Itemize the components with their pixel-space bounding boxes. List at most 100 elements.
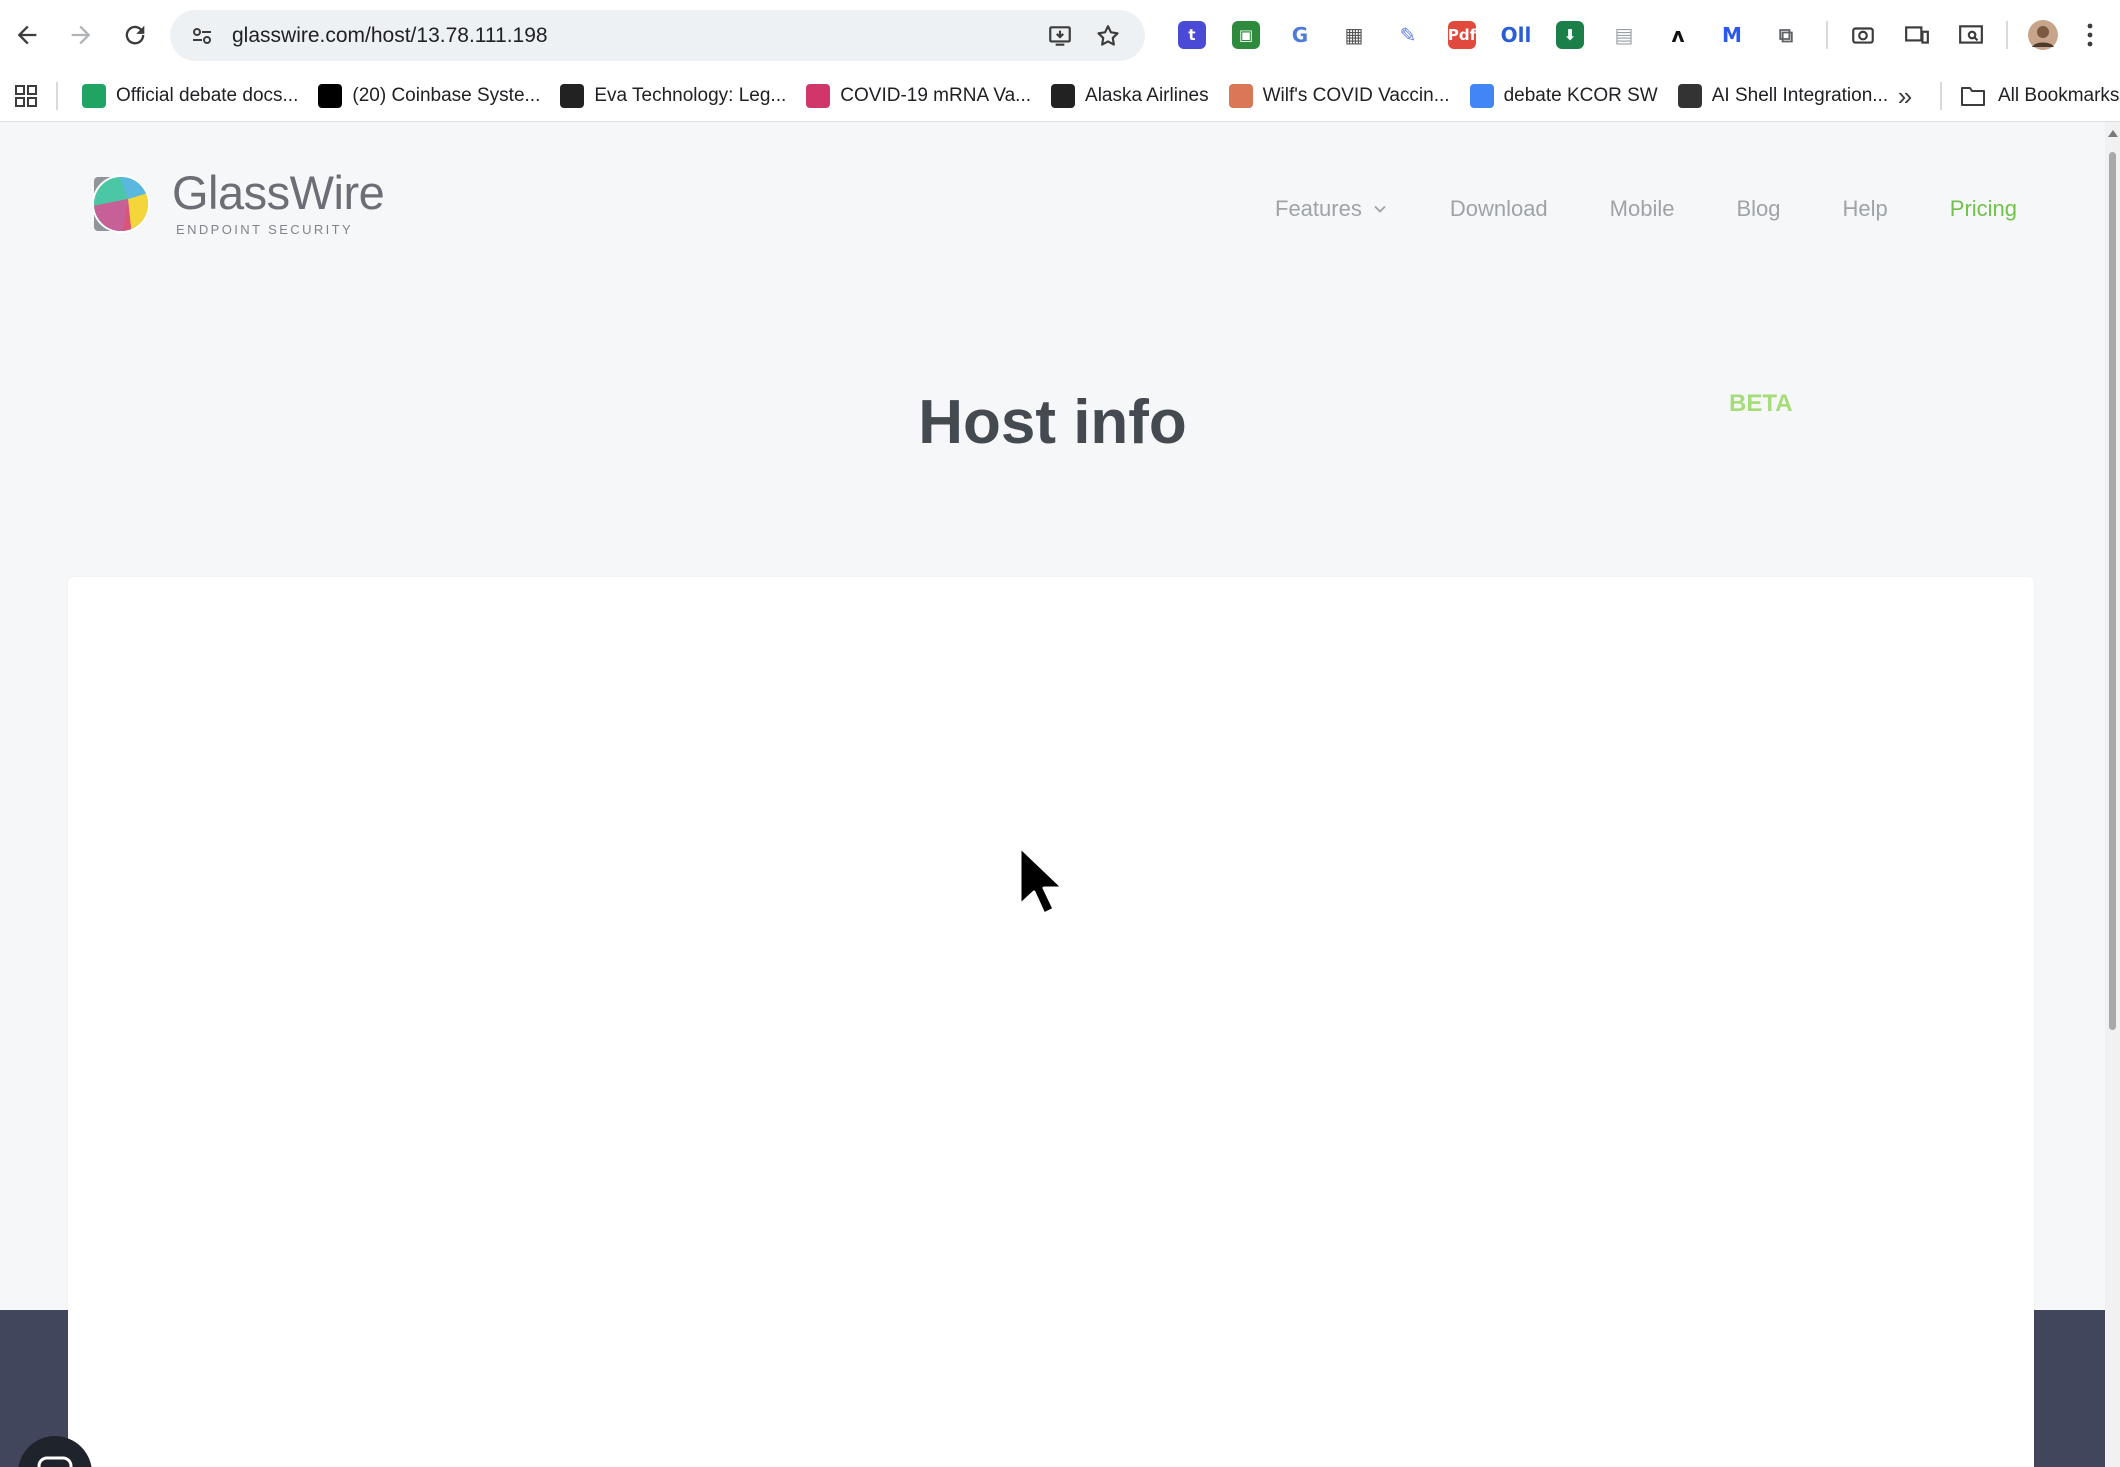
bookmark-label: Wilf's COVID Vaccin...: [1262, 84, 1450, 106]
profile-avatar[interactable]: [2016, 14, 2070, 56]
cube-icon: [1677, 83, 1702, 108]
extensions-bar: t ▣ G ▦ ✎ Pdf Oll ⬇ ▤ ʌ M ⧉: [1165, 14, 1813, 56]
avatar-icon: [2028, 20, 2058, 50]
bookmark-list: Official debate docs... (20) Coinbase Sys…: [72, 76, 1898, 116]
chevron-down-icon: [1374, 205, 1386, 213]
apps-button[interactable]: [6, 76, 46, 116]
nav-features[interactable]: Features: [1244, 188, 1419, 230]
jn-icon: [806, 83, 831, 108]
bookmark-item[interactable]: AI Shell Integration...: [1668, 76, 1898, 116]
devices-icon: [1905, 26, 1929, 44]
nav-mobile[interactable]: Mobile: [1579, 188, 1706, 230]
scrollbar-thumb[interactable]: [2109, 152, 2116, 1030]
mouse-cursor-icon: [1018, 845, 1065, 916]
page-scrollbar[interactable]: [2105, 122, 2120, 1467]
bookmark-label: (20) Coinbase Syste...: [352, 84, 541, 106]
x-icon: [318, 83, 343, 108]
bookmark-label: COVID-19 mRNA Va...: [840, 84, 1032, 106]
address-bar[interactable]: glasswire.com/host/13.78.111.198: [170, 10, 1145, 61]
tab-search-button[interactable]: [1944, 14, 1998, 56]
screenshot-button[interactable]: [1836, 14, 1890, 56]
bookmarks-bar: Official debate docs... (20) Coinbase Sys…: [0, 70, 2120, 122]
host-info-card: [68, 577, 2034, 1467]
bookmark-star-icon[interactable]: [1093, 21, 1123, 51]
bookmark-label: Eva Technology: Leg...: [594, 84, 787, 106]
all-bookmarks-button[interactable]: All Bookmarks: [1960, 76, 2119, 116]
robot-extension-button[interactable]: ▣: [1219, 14, 1273, 56]
puzzle-extensions-icon: ⧉: [1778, 23, 1794, 47]
google-docs-icon: [1469, 83, 1494, 108]
reload-button[interactable]: [108, 8, 162, 62]
bookmarks-divider: [1940, 82, 1942, 110]
nav-download[interactable]: Download: [1419, 188, 1579, 230]
feather-extension-button[interactable]: ✎: [1381, 14, 1435, 56]
reload-icon: [125, 25, 145, 45]
bookmark-label: Alaska Airlines: [1085, 84, 1209, 106]
camera-icon: [1852, 27, 1874, 44]
folder-icon: [1961, 87, 1985, 106]
install-app-icon[interactable]: [1045, 21, 1075, 51]
site-navigation: Features Download Mobile Blog Help Prici…: [1244, 188, 2048, 230]
forward-button[interactable]: [54, 8, 108, 62]
qr-code-extension-button[interactable]: ▦: [1327, 14, 1381, 56]
back-arrow-icon: [17, 25, 37, 45]
puzzle-extensions-button[interactable]: ⧉: [1759, 14, 1813, 56]
browser-toolbar: glasswire.com/host/13.78.111.198 t ▣ G ▦ ✎ Pd…: [0, 0, 2120, 70]
nav-help[interactable]: Help: [1812, 188, 1919, 230]
anthropic-extension-icon: ʌ: [1671, 23, 1685, 47]
document-extension-button[interactable]: ▤: [1597, 14, 1651, 56]
nav-pricing[interactable]: Pricing: [1919, 188, 2048, 230]
tab-search-icon: [1959, 25, 1983, 44]
document-extension-icon: ▤: [1614, 23, 1634, 47]
beta-badge: BETA: [1729, 390, 1793, 417]
qr-code-extension-icon: ▦: [1344, 23, 1364, 47]
apps-grid-icon: [15, 84, 37, 107]
eva-icon: [560, 83, 585, 108]
url-text[interactable]: glasswire.com/host/13.78.111.198: [232, 24, 1045, 48]
web-page: GlassWire ENDPOINT SECURITY Features Dow…: [0, 122, 2105, 1467]
otter-extension-icon: Oll: [1500, 23, 1532, 47]
scroll-up-arrow-icon[interactable]: [2108, 130, 2118, 137]
back-button[interactable]: [0, 8, 54, 62]
bookmark-item[interactable]: COVID-19 mRNA Va...: [796, 76, 1041, 116]
tumblr-extension-icon: t: [1178, 21, 1206, 49]
translate-extension-button[interactable]: G: [1273, 14, 1327, 56]
otter-extension-button[interactable]: Oll: [1489, 14, 1543, 56]
bookmark-item[interactable]: Eva Technology: Leg...: [550, 76, 796, 116]
anthropic-extension-button[interactable]: ʌ: [1651, 14, 1705, 56]
google-drive-icon: [82, 83, 106, 108]
bookmark-item[interactable]: Wilf's COVID Vaccin...: [1219, 76, 1460, 116]
bookmark-item[interactable]: Alaska Airlines: [1041, 76, 1219, 116]
forward-arrow-icon: [71, 25, 91, 45]
alaska-icon: [1051, 83, 1076, 108]
site-settings-icon[interactable]: [184, 18, 220, 54]
malwarebytes-extension-icon: M: [1722, 23, 1742, 47]
pdf-extension-button[interactable]: Pdf: [1435, 14, 1489, 56]
malwarebytes-extension-button[interactable]: M: [1705, 14, 1759, 56]
tumblr-extension-button[interactable]: t: [1165, 14, 1219, 56]
feather-extension-icon: ✎: [1399, 23, 1417, 47]
logo-tagline: ENDPOINT SECURITY: [176, 222, 354, 237]
bookmark-label: Official debate docs...: [116, 84, 299, 106]
glasswire-logo[interactable]: GlassWire ENDPOINT SECURITY: [88, 166, 385, 237]
toolbar-divider: [2006, 21, 2008, 49]
devices-button[interactable]: [1890, 14, 1944, 56]
kebab-menu-icon: [2087, 23, 2093, 47]
more-bookmarks-button[interactable]: »: [1885, 76, 1925, 116]
nav-blog[interactable]: Blog: [1705, 188, 1811, 230]
logo-name: GlassWire: [172, 166, 385, 219]
toolbar-divider: [1826, 21, 1828, 49]
pdf-extension-icon: Pdf: [1448, 21, 1476, 49]
bookmark-item[interactable]: (20) Coinbase Syste...: [308, 76, 550, 116]
chat-icon: [37, 1456, 73, 1467]
shield-download-extension-button[interactable]: ⬇: [1543, 14, 1597, 56]
shield-download-extension-icon: ⬇: [1556, 21, 1584, 49]
nav-features-label: Features: [1275, 196, 1362, 221]
bookmark-item[interactable]: debate KCOR SW: [1460, 76, 1668, 116]
bookmark-item[interactable]: Official debate docs...: [72, 76, 308, 116]
browser-menu-button[interactable]: [2070, 14, 2110, 56]
translate-extension-icon: G: [1291, 23, 1309, 47]
bookmarks-divider: [56, 81, 58, 110]
glasswire-logo-icon: [92, 174, 150, 233]
bookmark-label: debate KCOR SW: [1503, 84, 1658, 106]
